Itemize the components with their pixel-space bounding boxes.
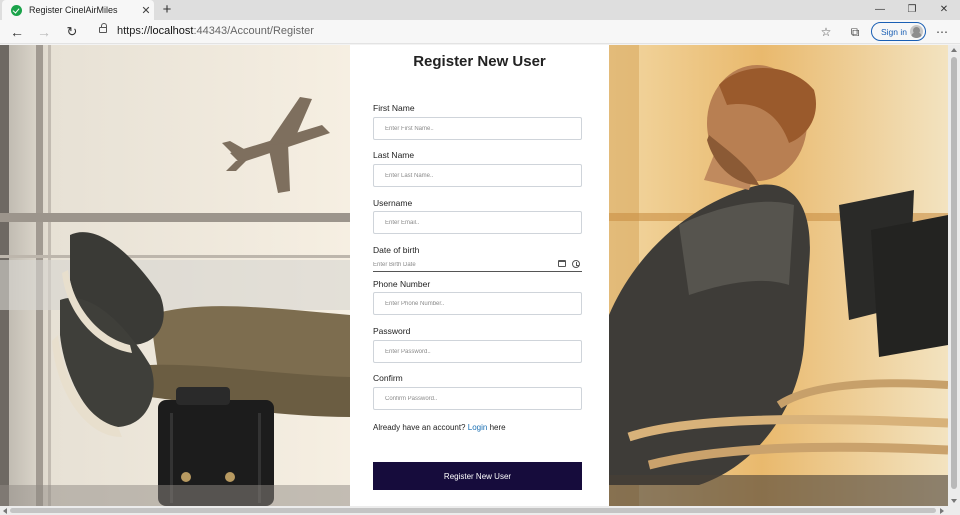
reload-icon[interactable]: ↻ (63, 23, 81, 41)
register-new-user-button[interactable]: Register New User (373, 462, 582, 490)
background-photo-left (0, 45, 350, 506)
phone-number-label: Phone Number (373, 279, 431, 289)
favorite-star-icon[interactable]: ☆ (818, 24, 834, 40)
browser-tab-register[interactable]: Register CinelAirMiles ✕ (2, 0, 154, 20)
login-prompt: Already have an account? Login here (373, 423, 506, 432)
browser-tab-strip: Register CinelAirMiles ✕ + — ❐ ✕ (0, 0, 960, 20)
vertical-scroll-thumb[interactable] (951, 57, 957, 489)
scroll-down-arrow-icon[interactable] (951, 499, 957, 503)
back-arrow-icon[interactable]: ← (8, 23, 26, 41)
last-name-input[interactable] (373, 164, 582, 187)
scroll-right-arrow-icon[interactable] (940, 508, 944, 514)
date-of-birth-field[interactable] (373, 257, 582, 272)
lock-icon[interactable] (99, 23, 107, 33)
plus-icon[interactable]: + (158, 1, 176, 19)
confirm-label: Confirm (373, 373, 403, 383)
minimize-icon[interactable]: — (864, 0, 896, 20)
register-form-card: Register New User First Name Last Name U… (350, 45, 609, 506)
forward-arrow-icon[interactable]: → (35, 23, 53, 41)
background-photo-right (609, 45, 948, 506)
sign-in-button[interactable]: Sign in (871, 22, 926, 41)
first-name-label: First Name (373, 103, 415, 113)
horizontal-scroll-thumb[interactable] (10, 508, 936, 513)
page-title: Register New User (413, 53, 546, 70)
avatar (910, 25, 923, 38)
phone-number-input[interactable] (373, 292, 582, 315)
page-viewport: Register New User First Name Last Name U… (0, 45, 948, 506)
address-bar[interactable]: https://localhost:44343/Account/Register (117, 25, 314, 37)
check-circle-icon (11, 4, 22, 16)
window-close-icon[interactable]: ✕ (928, 0, 960, 20)
last-name-label: Last Name (373, 150, 415, 160)
browser-toolbar: ← → ↻ https://localhost:44343/Account/Re… (0, 20, 960, 44)
username-input[interactable] (373, 211, 582, 234)
scroll-left-arrow-icon[interactable] (3, 508, 7, 514)
date-of-birth-label: Date of birth (373, 245, 420, 255)
tab-title: Register CinelAirMiles (29, 5, 118, 15)
url-path: :44343/Account/Register (193, 25, 314, 37)
login-link[interactable]: Login (468, 423, 488, 432)
more-icon[interactable]: ⋯ (934, 24, 950, 40)
collections-icon[interactable]: ⧉ (847, 24, 863, 40)
clock-icon[interactable] (572, 260, 580, 268)
window-controls: — ❐ ✕ (864, 0, 960, 20)
password-label: Password (373, 326, 411, 336)
url-host: localhost (150, 25, 194, 37)
vertical-scrollbar[interactable] (948, 45, 960, 506)
calendar-icon[interactable] (558, 260, 566, 267)
login-prompt-text: Already have an account? (373, 423, 466, 432)
password-input[interactable] (373, 340, 582, 363)
restore-icon[interactable]: ❐ (896, 0, 928, 20)
sign-in-label: Sign in (881, 26, 907, 37)
first-name-input[interactable] (373, 117, 582, 140)
confirm-password-input[interactable] (373, 387, 582, 410)
horizontal-scrollbar[interactable] (0, 506, 960, 515)
close-icon[interactable]: ✕ (138, 4, 154, 17)
scroll-up-arrow-icon[interactable] (951, 48, 957, 52)
username-label: Username (373, 198, 413, 208)
login-suffix-text: here (489, 423, 506, 432)
date-of-birth-input[interactable] (373, 259, 553, 270)
url-scheme: https:// (117, 25, 151, 37)
